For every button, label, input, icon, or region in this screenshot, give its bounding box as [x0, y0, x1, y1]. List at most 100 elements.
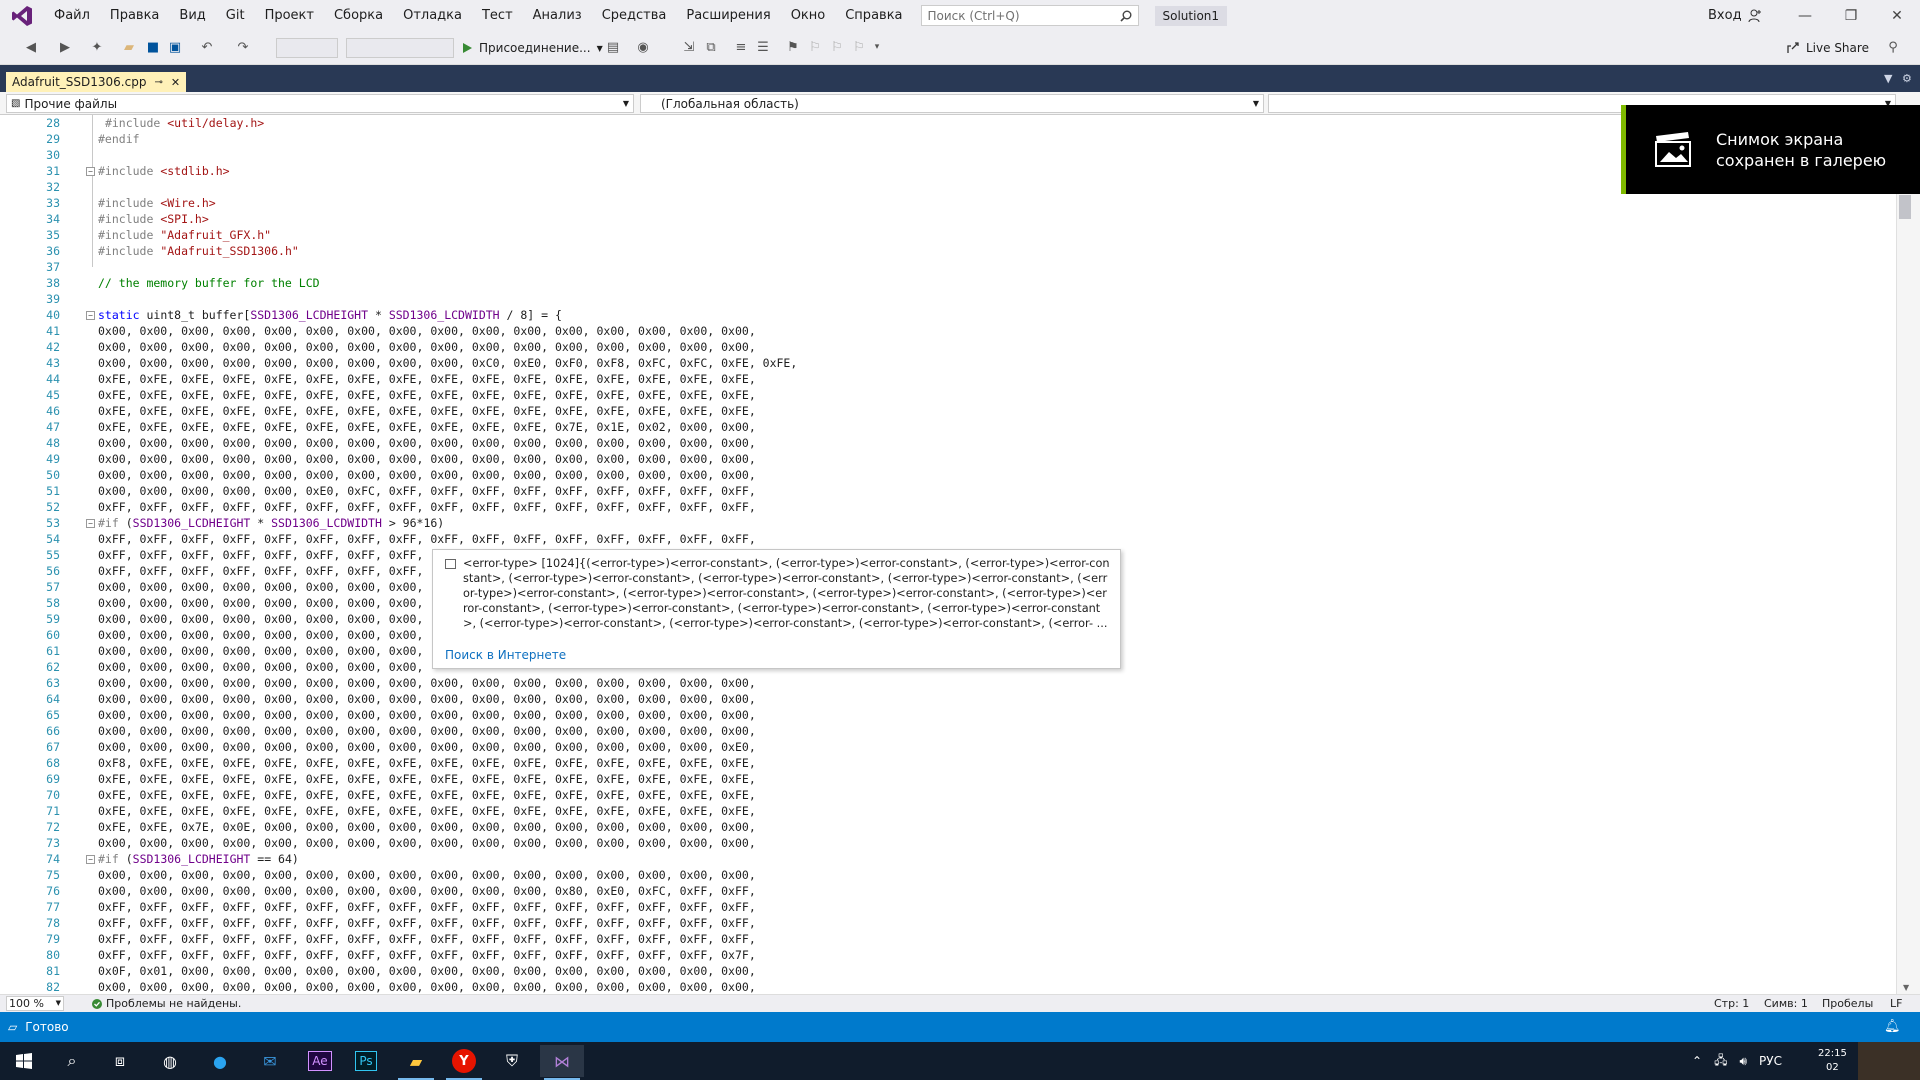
menu-item-3[interactable]: Git — [216, 0, 255, 31]
notification-bell-icon[interactable]: 🔔︎ — [1884, 1019, 1901, 1034]
taskbar-app-yandex[interactable]: Y — [442, 1045, 486, 1080]
code-line[interactable]: 67 0x00, 0x00, 0x00, 0x00, 0x00, 0x00, 0x… — [0, 739, 1896, 755]
menu-item-11[interactable]: Окно — [781, 0, 836, 31]
step-button[interactable]: ⇲ — [680, 38, 698, 56]
problems-indicator[interactable]: Проблемы не найдены. — [92, 997, 241, 1010]
code-line[interactable]: 28 #include <util/delay.h> — [0, 115, 1896, 131]
code-line[interactable]: 48 0x00, 0x00, 0x00, 0x00, 0x00, 0x00, 0x… — [0, 435, 1896, 451]
menu-item-8[interactable]: Анализ — [523, 0, 592, 31]
code-line[interactable]: 77 0xFF, 0xFF, 0xFF, 0xFF, 0xFF, 0xFF, 0x… — [0, 899, 1896, 915]
save-button[interactable]: ■ — [144, 38, 162, 56]
forward-button[interactable]: ▶ — [56, 38, 74, 56]
code-line[interactable]: 79 0xFF, 0xFF, 0xFF, 0xFF, 0xFF, 0xFF, 0x… — [0, 931, 1896, 947]
scroll-down-icon[interactable]: ▼ — [1903, 983, 1909, 992]
code-line[interactable]: 63 0x00, 0x00, 0x00, 0x00, 0x00, 0x00, 0x… — [0, 675, 1896, 691]
indent-button[interactable]: ≡ — [732, 38, 750, 56]
close-window-button[interactable]: ✕ — [1874, 0, 1920, 31]
scrollbar-thumb[interactable] — [1899, 195, 1911, 219]
code-line[interactable]: 34 #include <SPI.h> — [0, 211, 1896, 227]
code-line[interactable]: 45 0xFE, 0xFE, 0xFE, 0xFE, 0xFE, 0xFE, 0x… — [0, 387, 1896, 403]
code-line[interactable]: 78 0xFF, 0xFF, 0xFF, 0xFF, 0xFF, 0xFF, 0x… — [0, 915, 1896, 931]
line-indicator[interactable]: Стр: 1 — [1714, 997, 1749, 1010]
task-view-button[interactable]: ⧈ — [98, 1045, 142, 1077]
open-file-button[interactable]: ▰ — [120, 38, 138, 56]
outdent-button[interactable]: ☰ — [754, 38, 772, 56]
signin-button[interactable]: Вход — [1708, 0, 1762, 31]
whitespace-indicator[interactable]: Пробелы — [1822, 997, 1873, 1010]
code-line[interactable]: 32 — [0, 179, 1896, 195]
zoom-dropdown[interactable]: 100 % ▼ — [6, 996, 64, 1011]
code-line[interactable]: 40 − static uint8_t buffer[SSD1306_LCDHEIG… — [0, 307, 1896, 323]
line-ending-indicator[interactable]: LF — [1890, 997, 1902, 1010]
code-line[interactable]: 71 0xFE, 0xFE, 0xFE, 0xFE, 0xFE, 0xFE, 0x… — [0, 803, 1896, 819]
code-line[interactable]: 76 0x00, 0x00, 0x00, 0x00, 0x00, 0x00, 0x… — [0, 883, 1896, 899]
menu-item-0[interactable]: Файл — [44, 0, 100, 31]
menu-item-9[interactable]: Средства — [592, 0, 677, 31]
platform-dropdown[interactable] — [346, 38, 454, 58]
code-line[interactable]: 39 — [0, 291, 1896, 307]
minimize-button[interactable]: — — [1782, 0, 1828, 31]
code-line[interactable]: 36 #include "Adafruit_SSD1306.h" — [0, 243, 1896, 259]
code-line[interactable]: 46 0xFE, 0xFE, 0xFE, 0xFE, 0xFE, 0xFE, 0x… — [0, 403, 1896, 419]
code-line[interactable]: 66 0x00, 0x00, 0x00, 0x00, 0x00, 0x00, 0x… — [0, 723, 1896, 739]
save-all-button[interactable]: ▣ — [166, 38, 184, 56]
code-line[interactable]: 29 #endif — [0, 131, 1896, 147]
menu-item-7[interactable]: Тест — [472, 0, 523, 31]
menu-item-1[interactable]: Правка — [100, 0, 169, 31]
visual-studio-logo-icon[interactable] — [0, 0, 44, 31]
search-online-link[interactable]: Поиск в Интернете — [445, 648, 566, 663]
code-line[interactable]: 65 0x00, 0x00, 0x00, 0x00, 0x00, 0x00, 0x… — [0, 707, 1896, 723]
undo-button[interactable]: ↶ — [198, 38, 216, 56]
code-line[interactable]: 49 0x00, 0x00, 0x00, 0x00, 0x00, 0x00, 0x… — [0, 451, 1896, 467]
menu-item-2[interactable]: Вид — [169, 0, 215, 31]
document-tab[interactable]: Adafruit_SSD1306.cpp ⊸ ✕ — [6, 72, 187, 92]
code-line[interactable]: 38 // the memory buffer for the LCD — [0, 275, 1896, 291]
taskbar-app-photoshop[interactable]: Ps — [344, 1045, 388, 1077]
close-tab-icon[interactable]: ✕ — [171, 76, 180, 89]
code-line[interactable]: 44 0xFE, 0xFE, 0xFE, 0xFE, 0xFE, 0xFE, 0x… — [0, 371, 1896, 387]
code-line[interactable]: 35 #include "Adafruit_GFX.h" — [0, 227, 1896, 243]
code-line[interactable]: 30 — [0, 147, 1896, 163]
code-line[interactable]: 68 0xF8, 0xFE, 0xFE, 0xFE, 0xFE, 0xFE, 0x… — [0, 755, 1896, 771]
vertical-scrollbar[interactable]: ▲ ▼ — [1896, 115, 1920, 994]
collapse-icon[interactable]: − — [86, 855, 95, 864]
tab-settings-icon[interactable]: ⚙ — [1902, 72, 1912, 85]
code-line[interactable]: 70 0xFE, 0xFE, 0xFE, 0xFE, 0xFE, 0xFE, 0x… — [0, 787, 1896, 803]
taskbar-app-after-effects[interactable]: Ae — [298, 1045, 342, 1077]
code-line[interactable]: 80 0xFF, 0xFF, 0xFF, 0xFF, 0xFF, 0xFF, 0x… — [0, 947, 1896, 963]
attach-debugger-button[interactable]: Присоединение... ▼ — [462, 37, 603, 59]
next-bookmark-button[interactable]: ⚐ — [828, 38, 846, 56]
restore-button[interactable]: ❐ — [1828, 0, 1874, 31]
toolbar-overflow-button[interactable]: ▾ — [868, 38, 886, 56]
redo-button[interactable]: ↷ — [234, 38, 252, 56]
collapse-icon[interactable]: − — [86, 311, 95, 320]
start-button[interactable] — [2, 1045, 46, 1077]
feedback-button[interactable]: ⚲ — [1884, 38, 1902, 56]
code-line[interactable]: 54 0xFF, 0xFF, 0xFF, 0xFF, 0xFF, 0xFF, 0x… — [0, 531, 1896, 547]
code-line[interactable]: 42 0x00, 0x00, 0x00, 0x00, 0x00, 0x00, 0x… — [0, 339, 1896, 355]
code-line[interactable]: 53 − #if (SSD1306_LCDHEIGHT * SSD1306_LCDW… — [0, 515, 1896, 531]
clock[interactable]: 22:15 02 — [1818, 1042, 1847, 1080]
pin-icon[interactable]: ⊸ — [154, 77, 162, 88]
code-line[interactable]: 50 0x00, 0x00, 0x00, 0x00, 0x00, 0x00, 0x… — [0, 467, 1896, 483]
project-dropdown[interactable]: ▧ Прочие файлы ▼ — [6, 94, 634, 113]
code-line[interactable]: 41 0x00, 0x00, 0x00, 0x00, 0x00, 0x00, 0x… — [0, 323, 1896, 339]
input-language[interactable]: РУС — [1759, 1054, 1782, 1068]
browse-button[interactable]: ▤ — [604, 38, 622, 56]
code-line[interactable]: 52 0xFF, 0xFF, 0xFF, 0xFF, 0xFF, 0xFF, 0x… — [0, 499, 1896, 515]
code-line[interactable]: 75 0x00, 0x00, 0x00, 0x00, 0x00, 0x00, 0x… — [0, 867, 1896, 883]
taskbar-app-game[interactable]: ⛨ — [490, 1045, 534, 1077]
menu-item-6[interactable]: Отладка — [393, 0, 472, 31]
prev-bookmark-button[interactable]: ⚐ — [806, 38, 824, 56]
code-line[interactable]: 81 0x0F, 0x01, 0x00, 0x00, 0x00, 0x00, 0x… — [0, 963, 1896, 979]
configuration-dropdown[interactable] — [276, 38, 338, 58]
screenshot-toast[interactable]: Снимок экрана сохранен в галерею — [1621, 105, 1920, 194]
copy-button[interactable]: ⧉ — [702, 38, 720, 56]
code-line[interactable]: 51 0x00, 0x00, 0x00, 0x00, 0x00, 0xE0, 0x… — [0, 483, 1896, 499]
code-line[interactable]: 64 0x00, 0x00, 0x00, 0x00, 0x00, 0x00, 0x… — [0, 691, 1896, 707]
column-indicator[interactable]: Симв: 1 — [1764, 997, 1808, 1010]
menu-item-5[interactable]: Сборка — [324, 0, 393, 31]
code-line[interactable]: 74 − #if (SSD1306_LCDHEIGHT == 64) — [0, 851, 1896, 867]
collapse-icon[interactable]: − — [86, 519, 95, 528]
menu-item-4[interactable]: Проект — [255, 0, 324, 31]
